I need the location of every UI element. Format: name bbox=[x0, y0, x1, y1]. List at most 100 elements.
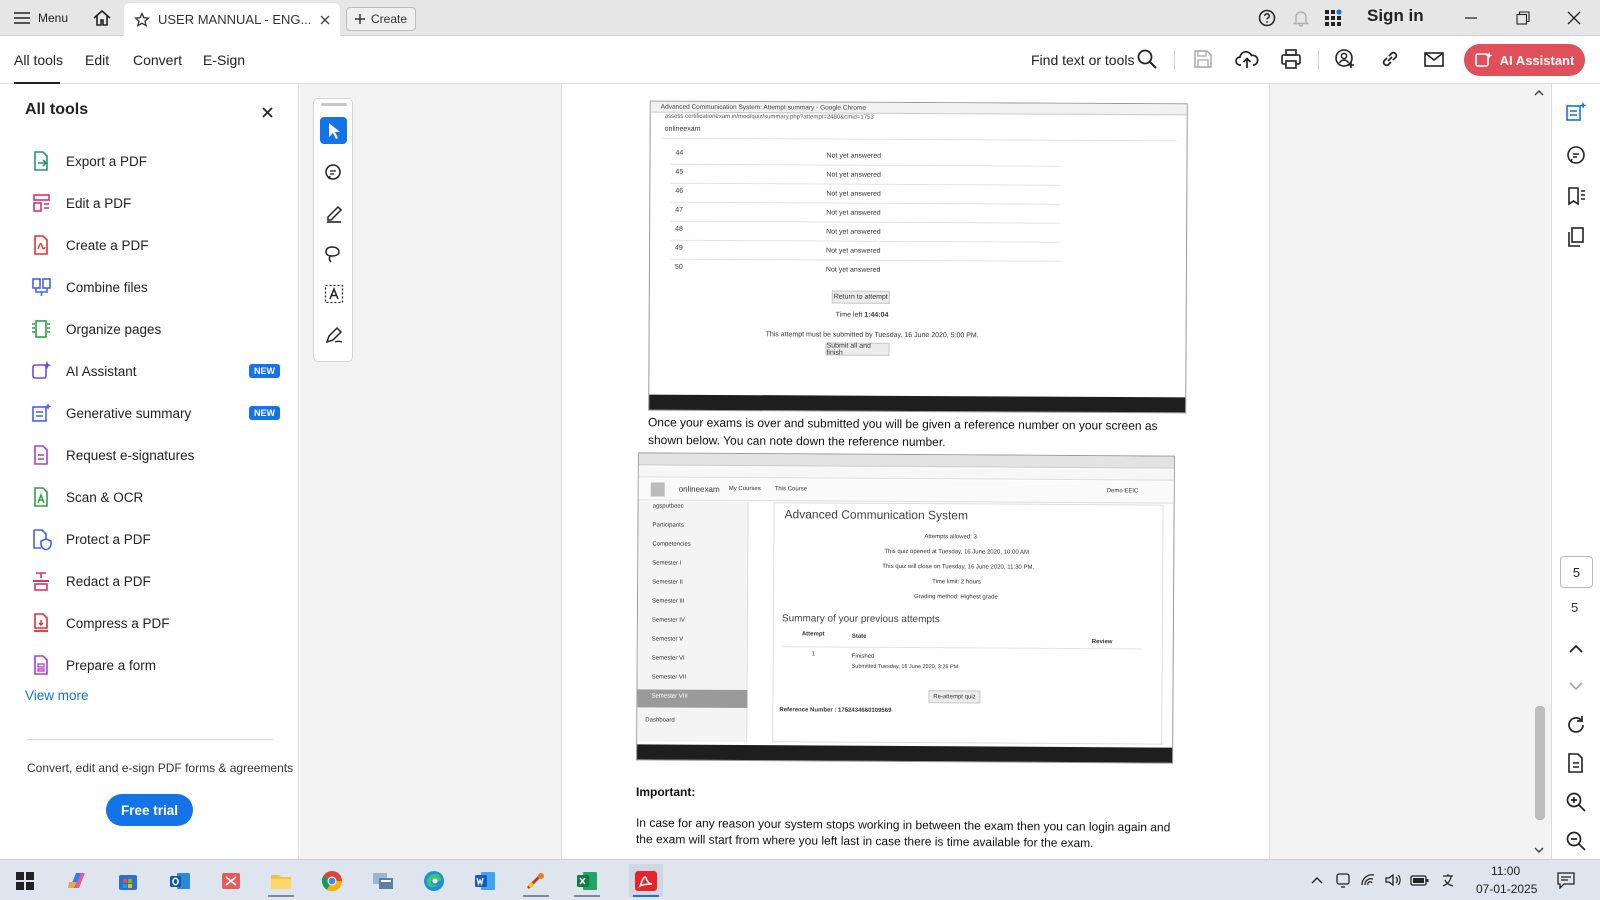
taskbar-control-panel[interactable] bbox=[366, 864, 400, 897]
share-user-icon[interactable] bbox=[1334, 48, 1358, 72]
pages-thumbnails-icon[interactable] bbox=[1565, 226, 1587, 248]
tab-edit[interactable]: Edit bbox=[85, 52, 109, 68]
speaker-icon[interactable] bbox=[1384, 872, 1402, 888]
show-hidden-icons-chevron[interactable] bbox=[1310, 875, 1324, 885]
sidebar-item: Semester I bbox=[652, 560, 682, 567]
notifications-button[interactable] bbox=[1292, 0, 1310, 36]
comments-icon[interactable] bbox=[1565, 144, 1587, 166]
close-window-button[interactable] bbox=[1567, 0, 1581, 36]
tool-request-esignatures[interactable]: Request e-signatures bbox=[30, 440, 280, 470]
apps-button[interactable] bbox=[1325, 0, 1343, 36]
help-button[interactable] bbox=[1258, 0, 1276, 36]
save-icon[interactable] bbox=[1192, 48, 1216, 72]
select-tool-button[interactable] bbox=[320, 117, 347, 144]
bookmarks-icon[interactable] bbox=[1565, 185, 1587, 207]
time-limit: Time limit: 2 hours bbox=[932, 579, 981, 586]
print-icon[interactable] bbox=[1280, 48, 1304, 72]
tab-all-tools[interactable]: All tools bbox=[14, 52, 63, 68]
taskbar-excel[interactable] bbox=[570, 864, 604, 897]
taskbar-outlook[interactable] bbox=[163, 864, 197, 897]
course-sidebar: agsputbeec Participants Competencies Sem… bbox=[637, 501, 749, 743]
row-divider bbox=[670, 201, 1061, 205]
page-fit-icon[interactable] bbox=[1565, 752, 1587, 774]
rotate-icon[interactable] bbox=[1565, 714, 1587, 736]
tab-esign[interactable]: E-Sign bbox=[203, 52, 245, 68]
input-language-icon[interactable] bbox=[1440, 871, 1456, 889]
tool-export-pdf[interactable]: Export a PDF bbox=[30, 146, 280, 176]
draw-tool-button[interactable] bbox=[320, 240, 347, 267]
scroll-up-arrow-icon[interactable] bbox=[1532, 88, 1546, 98]
sign-in-button[interactable]: Sign in bbox=[1367, 6, 1424, 26]
email-icon[interactable] bbox=[1423, 48, 1447, 72]
previous-page-icon[interactable] bbox=[1568, 643, 1584, 655]
restore-button[interactable] bbox=[1516, 0, 1530, 36]
tool-protect-pdf[interactable]: Protect a PDF bbox=[30, 524, 280, 554]
tool-create-pdf[interactable]: Create a PDF bbox=[30, 230, 280, 260]
tab-document[interactable]: USER MANNUAL - ENG... bbox=[124, 3, 340, 36]
home-button[interactable] bbox=[92, 0, 112, 36]
tool-ai-assistant[interactable]: AI Assistant NEW bbox=[30, 356, 280, 386]
sign-tool-button[interactable] bbox=[320, 321, 347, 348]
clock-date[interactable]: 07-01-2025 bbox=[1476, 882, 1537, 896]
signature-pen-icon bbox=[325, 326, 342, 343]
drag-handle[interactable] bbox=[321, 103, 347, 106]
tool-scan-ocr[interactable]: Scan & OCR bbox=[30, 482, 280, 512]
row-divider bbox=[670, 220, 1061, 224]
taskbar-acrobat[interactable] bbox=[629, 864, 663, 897]
close-panel-button[interactable] bbox=[262, 101, 273, 118]
zoom-in-icon[interactable] bbox=[1565, 791, 1587, 813]
comment-tool-button[interactable] bbox=[320, 159, 347, 186]
organize-pages-icon bbox=[32, 320, 50, 338]
tool-label: Edit a PDF bbox=[66, 195, 132, 211]
taskbar-store[interactable] bbox=[111, 864, 145, 897]
minimize-button[interactable] bbox=[1464, 0, 1478, 36]
highlight-tool-button[interactable] bbox=[320, 199, 347, 226]
tool-compress-pdf[interactable]: Compress a PDF bbox=[30, 608, 280, 638]
upload-cloud-icon[interactable] bbox=[1235, 48, 1259, 72]
tool-organize-pages[interactable]: Organize pages bbox=[30, 314, 280, 344]
clock-time[interactable]: 11:00 bbox=[1491, 864, 1520, 878]
menu-button[interactable]: Menu bbox=[14, 0, 68, 36]
taskbar-chrome[interactable] bbox=[315, 864, 349, 897]
return-to-attempt-button: Return to attempt bbox=[831, 290, 890, 304]
tool-generative-summary[interactable]: Generative summary NEW bbox=[30, 398, 280, 428]
scroll-thumb[interactable] bbox=[1535, 706, 1545, 820]
search-icon[interactable] bbox=[1136, 48, 1160, 72]
taskbar-file-explorer[interactable] bbox=[264, 864, 298, 897]
zoom-out-icon[interactable] bbox=[1565, 830, 1587, 852]
page-number-input[interactable]: 5 bbox=[1560, 556, 1593, 588]
edge-icon bbox=[424, 870, 444, 891]
taskbar-word[interactable] bbox=[468, 864, 502, 897]
taskbar-snipping[interactable] bbox=[214, 864, 248, 897]
tool-edit-pdf[interactable]: Edit a PDF bbox=[30, 188, 280, 218]
next-page-icon[interactable] bbox=[1568, 680, 1584, 692]
sidebar-item: Semester IV bbox=[651, 617, 685, 624]
tab-convert[interactable]: Convert bbox=[133, 52, 182, 68]
find-tools-input[interactable]: Find text or tools bbox=[1031, 52, 1135, 68]
link-icon[interactable] bbox=[1379, 48, 1403, 72]
taskbar-copilot[interactable] bbox=[60, 864, 94, 897]
ai-assistant-button[interactable]: AI Assistant bbox=[1464, 44, 1585, 76]
submit-deadline: This attempt must be submitted by Tuesda… bbox=[765, 331, 979, 340]
generative-summary-icon[interactable] bbox=[1565, 101, 1587, 123]
notification-center-icon[interactable] bbox=[1556, 871, 1576, 889]
create-button[interactable]: Create bbox=[346, 7, 416, 31]
tool-redact-pdf[interactable]: Redact a PDF bbox=[30, 566, 280, 596]
free-trial-button[interactable]: Free trial bbox=[106, 794, 193, 826]
start-button[interactable] bbox=[8, 864, 42, 897]
tool-prepare-form[interactable]: Prepare a form bbox=[30, 650, 280, 680]
question-status: Not yet answered bbox=[825, 266, 881, 274]
star-icon[interactable] bbox=[134, 11, 150, 28]
taskbar-edge[interactable] bbox=[417, 864, 451, 897]
right-rail bbox=[1551, 84, 1600, 859]
view-more-link[interactable]: View more bbox=[25, 688, 89, 703]
close-tab-icon[interactable] bbox=[320, 15, 330, 25]
scroll-down-arrow-icon[interactable] bbox=[1532, 845, 1546, 855]
toolbar-divider bbox=[1174, 50, 1175, 70]
tool-combine-files[interactable]: Combine files bbox=[30, 272, 280, 302]
battery-icon[interactable] bbox=[1410, 872, 1430, 888]
text-tool-button[interactable] bbox=[320, 280, 347, 307]
wifi-icon[interactable] bbox=[1360, 872, 1376, 888]
meet-now-icon[interactable] bbox=[1335, 872, 1351, 888]
taskbar-app[interactable] bbox=[519, 864, 553, 897]
